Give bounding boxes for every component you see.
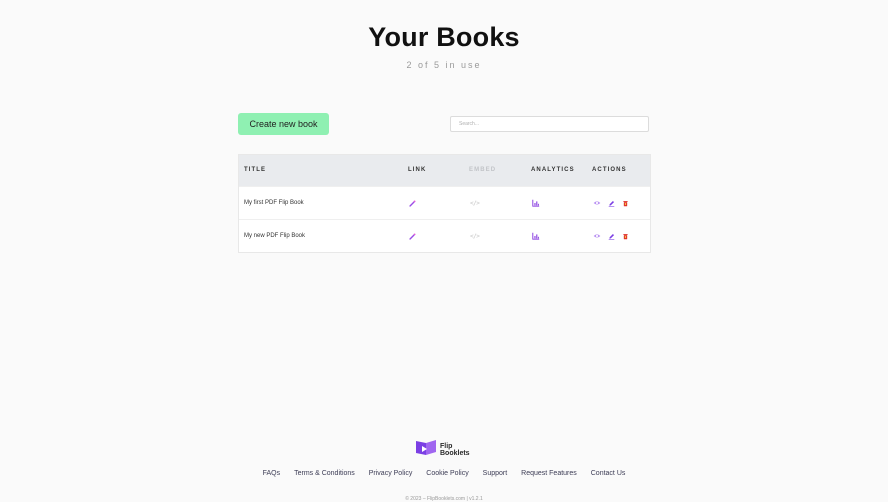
footer-link-privacy[interactable]: Privacy Policy [369,470,413,477]
column-header-analytics: ANALYTICS [531,167,575,173]
create-new-book-button[interactable]: Create new book [238,113,329,135]
table-row: My first PDF Flip Book </> [239,186,650,219]
usage-counter: 2 of 5 in use [406,60,482,70]
footer-link-support[interactable]: Support [483,470,508,477]
code-icon[interactable]: </> [470,200,480,207]
footer-nav: FAQs Terms & Conditions Privacy Policy C… [0,470,888,477]
trash-icon[interactable] [622,233,629,240]
table-header: TITLE LINK EMBED ANALYTICS ACTIONS [239,155,650,186]
footer-link-cookie[interactable]: Cookie Policy [426,470,468,477]
column-header-embed: EMBED [469,167,497,173]
trash-icon[interactable] [622,200,629,207]
pencil-icon[interactable] [608,233,615,240]
code-icon[interactable]: </> [470,233,480,240]
bar-chart-icon[interactable] [532,199,540,207]
magic-wand-icon[interactable] [409,232,416,240]
footer-link-contact[interactable]: Contact Us [591,470,626,477]
copyright-text: © 2023 – FlipBooklets.com | v1.2.1 [405,496,483,502]
book-title: My new PDF Flip Book [244,233,306,239]
brand-logo[interactable]: Flip Booklets [415,439,470,461]
book-title: My first PDF Flip Book [244,200,304,206]
magic-wand-icon[interactable] [409,199,416,207]
eye-icon[interactable] [593,233,601,239]
column-header-actions: ACTIONS [592,167,627,173]
table-row: My new PDF Flip Book </> [239,219,650,252]
flipbook-logo-icon [415,439,437,461]
footer-link-faqs[interactable]: FAQs [263,470,281,477]
footer-link-request-features[interactable]: Request Features [521,470,577,477]
bar-chart-icon[interactable] [532,232,540,240]
brand-name-line2: Booklets [440,450,470,457]
search-input[interactable] [450,116,649,132]
pencil-icon[interactable] [608,200,615,207]
brand-name-line1: Flip [440,442,453,450]
column-header-title: TITLE [244,167,267,173]
footer-link-terms[interactable]: Terms & Conditions [294,470,355,477]
eye-icon[interactable] [593,200,601,206]
books-table: TITLE LINK EMBED ANALYTICS ACTIONS My fi… [238,154,651,253]
column-header-link: LINK [408,167,427,173]
page-title: Your Books [368,22,520,52]
